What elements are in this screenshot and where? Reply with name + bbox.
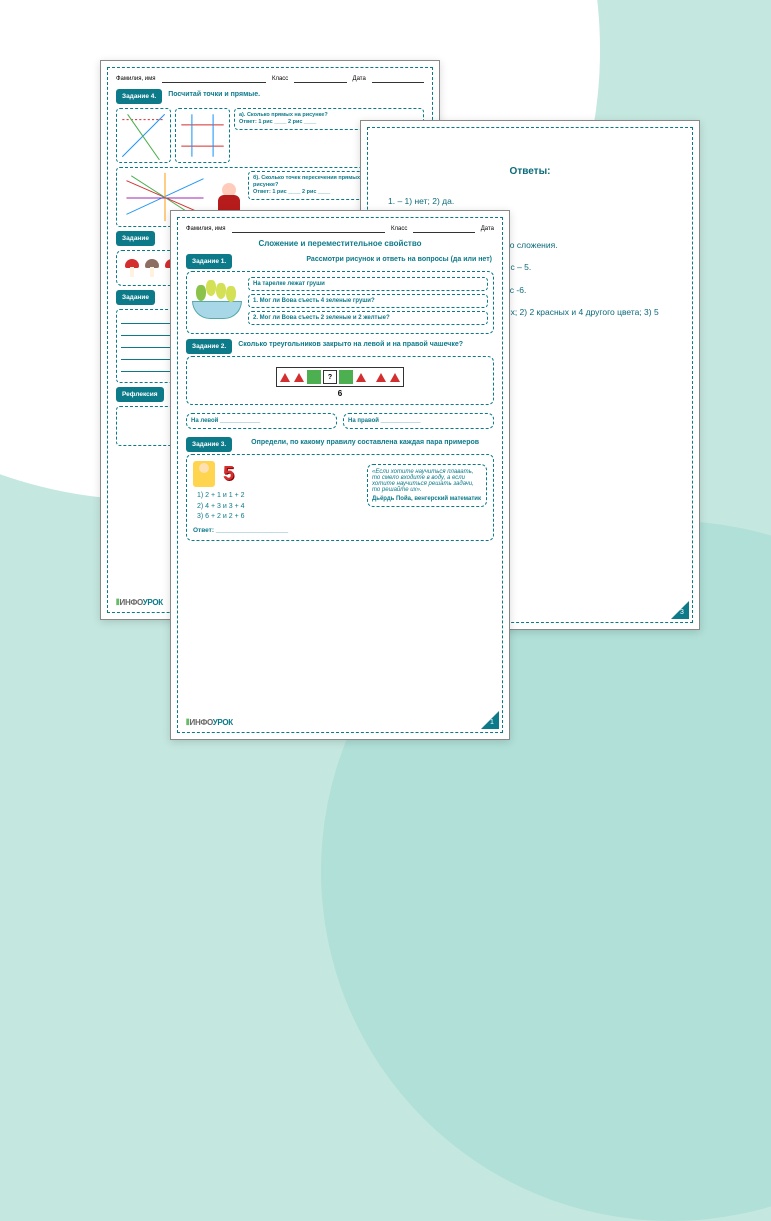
label-date: Дата — [353, 76, 366, 83]
left-answer-field: На левой ____________ — [186, 413, 337, 429]
lines-icon — [176, 109, 229, 162]
equation-3: 3) 6 + 2 и 2 + 6 — [197, 512, 487, 523]
task-1-text: Рассмотри рисунок и ответь на вопросы (д… — [236, 254, 494, 269]
label-name: Фамилия, имя — [186, 226, 226, 233]
quote-author: Дьёрдь Пойа, венгерский математик — [372, 496, 482, 502]
pears-bowl-icon — [192, 277, 242, 319]
answers-title: Ответы: — [376, 166, 684, 177]
brand-logo: ⦀ИНФОУРОК — [186, 718, 233, 728]
triangle-icon — [280, 373, 290, 382]
bowl-icon — [192, 301, 242, 319]
answer-1: 1. – 1) нет; 2) да. — [388, 193, 672, 209]
plate-caption: На тарелке лежат груши — [248, 277, 488, 291]
mushroom-icon — [125, 259, 139, 277]
logo-part2: УРОК — [213, 718, 233, 727]
header-line: Фамилия, имя Класс Дата — [116, 76, 424, 83]
question-2: 2. Мог ли Вова съесть 2 зеленые и 2 желт… — [248, 311, 488, 325]
task-1-label: Задание 1. — [186, 254, 232, 269]
quote-box: «Если хотите научиться плавать, то смело… — [367, 464, 487, 507]
answer-line: Ответ: ____________________ — [193, 527, 487, 534]
logo-bars-icon: ⦀ — [116, 598, 118, 607]
figure-2 — [175, 108, 230, 163]
task-4-header: Задание 4. Посчитай точки и прямые. — [116, 89, 424, 104]
blank — [372, 76, 424, 83]
task-3-label: Задание 3. — [186, 437, 232, 452]
balance-scale-box: ? 6 — [186, 356, 494, 405]
page-number: 3 — [671, 601, 689, 619]
label-name: Фамилия, имя — [116, 76, 156, 83]
logo-part2: УРОК — [143, 598, 163, 607]
pear-icon — [206, 280, 216, 296]
page-border: Фамилия, имя Класс Дата Сложение и перем… — [177, 217, 503, 733]
number-five-icon: 5 — [223, 463, 234, 486]
balance-scale-icon: ? — [276, 367, 404, 387]
task-3-header: Задание 3. Определи, по какому правилу с… — [186, 437, 494, 452]
label-class: Класс — [391, 226, 407, 233]
label-date: Дата — [481, 226, 494, 233]
pear-icon — [216, 283, 226, 299]
answer-fields-row: На левой ____________ На правой ________… — [186, 409, 494, 433]
question-square-icon: ? — [323, 370, 337, 384]
brand-logo: ⦀ИНФОУРОК — [116, 598, 163, 608]
triangle-icon — [356, 373, 366, 382]
page-number: 1 — [481, 711, 499, 729]
triangle-icon — [294, 373, 304, 382]
pear-icon — [226, 286, 236, 302]
blank — [413, 226, 474, 233]
task-2-header: Задание 2. Сколько треугольников закрыто… — [186, 339, 494, 354]
pear-icon — [196, 285, 206, 301]
triangle-icon — [376, 373, 386, 382]
green-square-icon — [307, 370, 321, 384]
task-2-label: Задание 2. — [186, 339, 232, 354]
q-text: а). Сколько прямых на рисунке? — [239, 112, 419, 119]
triangle-icon — [390, 373, 400, 382]
lines-icon — [117, 109, 170, 162]
mushroom-icon — [145, 259, 159, 277]
task-1-header: Задание 1. Рассмотри рисунок и ответь на… — [186, 254, 494, 269]
balance-number: 6 — [193, 389, 487, 398]
reflex-label: Рефлексия — [116, 387, 164, 402]
question-1: 1. Мог ли Вова съесть 4 зеленые груши? — [248, 294, 488, 308]
logo-part1: ИНФО — [120, 598, 143, 607]
task-6-label: Задание — [116, 290, 155, 305]
task-1-questions: На тарелке лежат груши 1. Мог ли Вова съ… — [248, 277, 488, 328]
header-line: Фамилия, имя Класс Дата — [186, 226, 494, 233]
figure-1 — [116, 108, 171, 163]
worksheet-title: Сложение и переместительное свойство — [186, 239, 494, 248]
task-2-text: Сколько треугольников закрыто на левой и… — [236, 339, 494, 354]
right-answer-field: На правой ____________ — [343, 413, 494, 429]
logo-part1: ИНФО — [190, 718, 213, 727]
kid-icon — [193, 461, 215, 487]
canvas: { "brand": { "bars": "⦀", "part1": "ИНФО… — [0, 0, 771, 771]
task-4-text: Посчитай точки и прямые. — [166, 89, 424, 104]
task-1-content: На тарелке лежат груши 1. Мог ли Вова съ… — [186, 271, 494, 334]
blank — [294, 76, 346, 83]
worksheet-page-1: Фамилия, имя Класс Дата Сложение и перем… — [170, 210, 510, 740]
blank — [162, 76, 266, 83]
label-class: Класс — [272, 76, 288, 83]
task-3-content: 5 1) 2 + 1 и 1 + 2 2) 4 + 3 и 3 + 4 3) 6… — [186, 454, 494, 541]
logo-bars-icon: ⦀ — [186, 718, 188, 727]
task-4-label: Задание 4. — [116, 89, 162, 104]
blank — [232, 226, 385, 233]
task-3-text: Определи, по какому правилу составлена к… — [236, 437, 494, 452]
green-square-icon — [339, 370, 353, 384]
task-5-label: Задание — [116, 231, 155, 246]
quote-text: «Если хотите научиться плавать, то смело… — [372, 469, 474, 493]
